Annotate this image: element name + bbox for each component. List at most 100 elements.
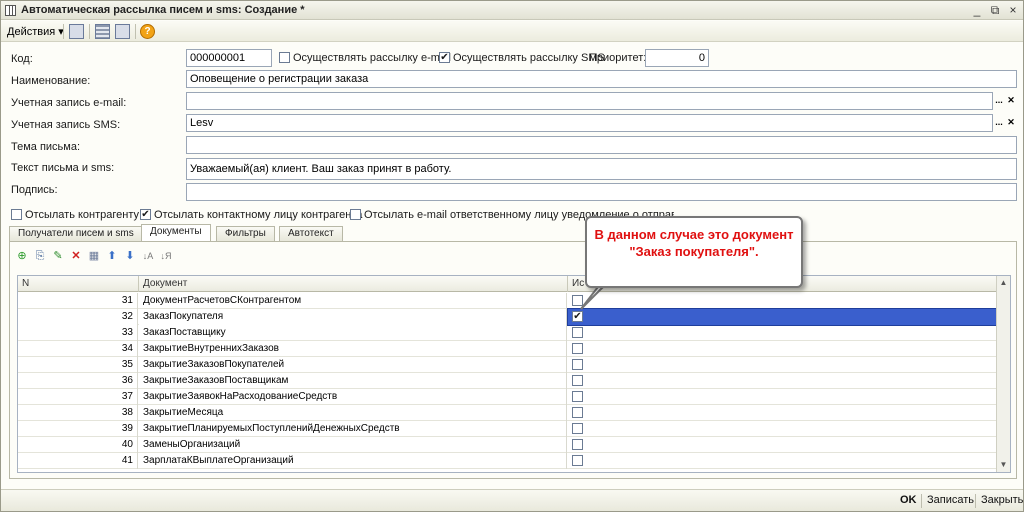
button-separator: [975, 494, 976, 508]
row-use-checkbox[interactable]: [572, 391, 583, 402]
row-use-cell[interactable]: [568, 453, 996, 469]
row-use-cell[interactable]: [568, 405, 996, 421]
row-use-checkbox[interactable]: [572, 423, 583, 434]
list-icon[interactable]: [95, 24, 110, 39]
sort-desc-icon[interactable]: ↓Я: [160, 250, 172, 262]
table-row[interactable]: 40 ЗаменыОрганизаций: [18, 437, 996, 453]
row-use-checkbox[interactable]: [572, 439, 583, 450]
row-use-cell[interactable]: [568, 357, 996, 373]
row-use-checkbox[interactable]: ✔: [572, 311, 583, 322]
row-use-checkbox[interactable]: [572, 375, 583, 386]
row-use-cell[interactable]: [568, 437, 996, 453]
email-account-clear-button[interactable]: ✕: [1005, 93, 1017, 109]
text-label: Текст письма и sms:: [11, 162, 115, 174]
scroll-down-icon[interactable]: ▼: [997, 458, 1010, 472]
row-number: 40: [18, 437, 138, 453]
subject-field[interactable]: [186, 136, 1017, 154]
vertical-scrollbar[interactable]: ▲ ▼: [996, 276, 1010, 472]
send-email-label: Осуществлять рассылку e-mail: [293, 52, 451, 64]
row-document: ЗакрытиеЗаказовПоставщикам: [139, 373, 567, 389]
add-icon[interactable]: ⊕: [16, 250, 28, 262]
send-sms-checkbox[interactable]: ✔: [439, 52, 450, 63]
table-row[interactable]: 37 ЗакрытиеЗаявокНаРасходованиеСредств: [18, 389, 996, 405]
send-email-checkbox[interactable]: [279, 52, 290, 63]
table-row[interactable]: 34 ЗакрытиеВнутреннихЗаказов: [18, 341, 996, 357]
tab-autotext[interactable]: Автотекст: [279, 226, 343, 241]
help-icon[interactable]: ?: [140, 24, 155, 39]
row-use-cell[interactable]: [568, 373, 996, 389]
tab-recipients[interactable]: Получатели писем и sms: [9, 226, 143, 241]
email-account-select-button[interactable]: ...: [993, 93, 1005, 109]
table-icon[interactable]: ▦: [88, 250, 100, 262]
row-use-cell[interactable]: [568, 389, 996, 405]
move-up-icon[interactable]: ⬆: [106, 250, 118, 262]
row-use-cell[interactable]: [568, 421, 996, 437]
column-header-n[interactable]: N: [18, 276, 139, 292]
row-document: ДокументРасчетовСКонтрагентом: [139, 293, 567, 309]
name-field[interactable]: Оповещение о регистрации заказа: [186, 70, 1017, 88]
close-button[interactable]: ×: [1005, 3, 1021, 17]
close-form-button[interactable]: Закрыть: [981, 494, 1023, 506]
toolbar: Действия ▾ ?: [1, 21, 1023, 42]
row-number: 34: [18, 341, 138, 357]
row-use-cell[interactable]: [568, 293, 996, 309]
row-document: ЗакрытиеВнутреннихЗаказов: [139, 341, 567, 357]
scroll-up-icon[interactable]: ▲: [997, 276, 1010, 290]
sms-account-clear-button[interactable]: ✕: [1005, 115, 1017, 131]
table-header: N Документ Ис: [18, 276, 996, 292]
row-number: 38: [18, 405, 138, 421]
priority-field[interactable]: 0: [645, 49, 709, 67]
table-row[interactable]: 35 ЗакрытиеЗаказовПокупателей: [18, 357, 996, 373]
send-to-contractor-checkbox[interactable]: [11, 209, 22, 220]
row-number: 39: [18, 421, 138, 437]
table-row[interactable]: 39 ЗакрытиеПланируемыхПоступленийДенежны…: [18, 421, 996, 437]
table-row[interactable]: 41 ЗарплатаКВыплатеОрганизаций: [18, 453, 996, 469]
send-sms-label: Осуществлять рассылку SMS: [453, 52, 605, 64]
row-document: ЗакрытиеМесяца: [139, 405, 567, 421]
sms-account-field[interactable]: Lesv: [186, 114, 993, 132]
copy-row-icon[interactable]: ⎘: [34, 250, 46, 262]
column-header-document[interactable]: Документ: [139, 276, 568, 292]
minimize-button[interactable]: _: [969, 3, 985, 17]
row-document: ЗаказПоставщику: [139, 325, 567, 341]
send-to-contractor-label: Отсылать контрагенту: [25, 209, 140, 221]
table-row[interactable]: 33 ЗаказПоставщику: [18, 325, 996, 341]
text-field[interactable]: Уважаемый(ая) клиент. Ваш заказ принят в…: [186, 158, 1017, 180]
ok-button[interactable]: OK: [900, 494, 917, 506]
row-number: 35: [18, 357, 138, 373]
row-document: ЗаменыОрганизаций: [139, 437, 567, 453]
table-row[interactable]: 36 ЗакрытиеЗаказовПоставщикам: [18, 373, 996, 389]
signature-field[interactable]: [186, 183, 1017, 201]
tab-filters[interactable]: Фильтры: [216, 226, 275, 241]
row-use-checkbox[interactable]: [572, 327, 583, 338]
row-use-cell[interactable]: [568, 341, 996, 357]
table-row[interactable]: 31 ДокументРасчетовСКонтрагентом: [18, 293, 996, 309]
sms-account-select-button[interactable]: ...: [993, 115, 1005, 131]
row-use-checkbox[interactable]: [572, 407, 583, 418]
delete-icon[interactable]: ✕: [70, 250, 82, 262]
row-use-cell[interactable]: ✔: [567, 308, 997, 326]
edit-icon[interactable]: ✎: [52, 250, 64, 262]
actions-menu[interactable]: Действия ▾: [7, 25, 64, 38]
email-account-field[interactable]: [186, 92, 993, 110]
row-number: 37: [18, 389, 138, 405]
tab-documents[interactable]: Документы: [141, 224, 211, 241]
row-use-checkbox[interactable]: [572, 343, 583, 354]
table-row-selected[interactable]: 32 ЗаказПокупателя ✔: [18, 308, 997, 326]
row-use-checkbox[interactable]: [572, 359, 583, 370]
row-number: 31: [18, 293, 138, 309]
code-field[interactable]: 000000001: [186, 49, 272, 67]
row-use-checkbox[interactable]: [572, 455, 583, 466]
send-to-responsible-checkbox[interactable]: [350, 209, 361, 220]
table-row[interactable]: 38 ЗакрытиеМесяца: [18, 405, 996, 421]
bottom-bar: OK Записать Закрыть: [1, 489, 1023, 511]
copy-icon[interactable]: [115, 24, 130, 39]
save-button[interactable]: Записать: [927, 494, 974, 506]
row-use-cell[interactable]: [568, 325, 996, 341]
send-to-contact-checkbox[interactable]: ✔: [140, 209, 151, 220]
code-label: Код:: [11, 53, 33, 65]
move-down-icon[interactable]: ⬇: [124, 250, 136, 262]
restore-button[interactable]: ⧉: [987, 3, 1003, 17]
sort-asc-icon[interactable]: ↓A: [142, 250, 154, 262]
save-icon[interactable]: [69, 24, 84, 39]
